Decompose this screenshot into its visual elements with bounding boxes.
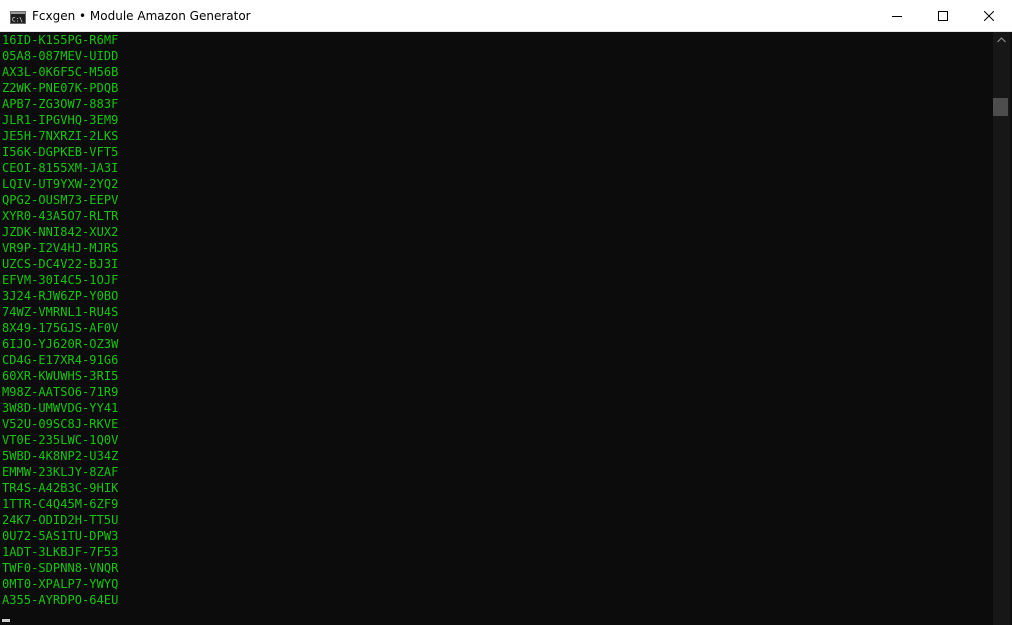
scrollbar-thumb[interactable] <box>993 98 1008 116</box>
console-line: 3W8D-UMWVDG-YY41 <box>2 401 119 415</box>
minimize-icon <box>892 16 902 17</box>
console-line: CEOI-8155XM-JA3I <box>2 161 119 175</box>
console-line: 0U72-5AS1TU-DPW3 <box>2 529 119 543</box>
console-line: VT0E-235LWC-1Q0V <box>2 433 119 447</box>
maximize-button[interactable] <box>920 0 966 32</box>
console-line: 8X49-175GJS-AF0V <box>2 321 119 335</box>
console-line: VR9P-I2V4HJ-MJRS <box>2 241 119 255</box>
console-line: TWF0-SDPNN8-VNQR <box>2 561 119 575</box>
console-line: 74WZ-VMRNL1-RU4S <box>2 305 119 319</box>
close-icon <box>984 11 994 21</box>
console-line: M98Z-AATSO6-71R9 <box>2 385 119 399</box>
scroll-up-button[interactable] <box>993 32 1010 49</box>
console-line: AX3L-0K6F5C-M56B <box>2 65 119 79</box>
close-button[interactable] <box>966 0 1012 32</box>
console-line: Z2WK-PNE07K-PDQB <box>2 81 119 95</box>
svg-text:C:\: C:\ <box>12 17 23 24</box>
console-app-icon[interactable]: C:\ <box>10 9 26 24</box>
console-line: UZCS-DC4V22-BJ3I <box>2 257 119 271</box>
vertical-scrollbar[interactable] <box>993 32 1010 625</box>
console-line: 1ADT-3LKBJF-7F53 <box>2 545 119 559</box>
console-line: 16ID-K1S5PG-R6MF <box>2 33 119 47</box>
console-line: APB7-ZG3OW7-883F <box>2 97 119 111</box>
console-line: 3J24-RJW6ZP-Y0BO <box>2 289 119 303</box>
console-line: QPG2-OUSM73-EEPV <box>2 193 119 207</box>
console-line: V52U-09SC8J-RKVE <box>2 417 119 431</box>
console-line: 1TTR-C4Q45M-6ZF9 <box>2 497 119 511</box>
console-line: 24K7-ODID2H-TT5U <box>2 513 119 527</box>
console-line: I56K-DGPKEB-VFT5 <box>2 145 119 159</box>
console-line: 6IJO-YJ620R-OZ3W <box>2 337 119 351</box>
console-line: EFVM-30I4C5-1OJF <box>2 273 119 287</box>
console-lines: 16ID-K1S5PG-R6MF 05A8-087MEV-UIDD AX3L-0… <box>2 32 118 608</box>
console-output[interactable]: 16ID-K1S5PG-R6MF 05A8-087MEV-UIDD AX3L-0… <box>0 32 993 625</box>
console-line: A355-AYRDPO-64EU <box>2 593 119 607</box>
console-line: 5WBD-4K8NP2-U34Z <box>2 449 119 463</box>
text-cursor <box>2 619 10 622</box>
console-line: TR4S-A42B3C-9HIK <box>2 481 119 495</box>
window-controls <box>874 0 1012 32</box>
console-line: 0MT0-XPALP7-YWYQ <box>2 577 119 591</box>
maximize-icon <box>938 11 948 21</box>
minimize-button[interactable] <box>874 0 920 32</box>
console-line: EMMW-23KLJY-8ZAF <box>2 465 119 479</box>
console-line: CD4G-E17XR4-91G6 <box>2 353 119 367</box>
window-title: Fcxgen • Module Amazon Generator <box>32 9 251 23</box>
console-line: 05A8-087MEV-UIDD <box>2 49 119 63</box>
console-line: 60XR-KWUWHS-3RI5 <box>2 369 119 383</box>
title-bar[interactable]: C:\ Fcxgen • Module Amazon Generator <box>0 0 1012 32</box>
console-line: LQIV-UT9YXW-2YQ2 <box>2 177 119 191</box>
console-line: XYR0-43A5O7-RLTR <box>2 209 119 223</box>
console-line: JZDK-NNI842-XUX2 <box>2 225 119 239</box>
console-line: JLR1-IPGVHQ-3EM9 <box>2 113 119 127</box>
chevron-up-icon <box>997 37 1006 43</box>
console-window: C:\ Fcxgen • Module Amazon Generator 16I… <box>0 0 1012 625</box>
console-line: JE5H-7NXRZI-2LKS <box>2 129 119 143</box>
